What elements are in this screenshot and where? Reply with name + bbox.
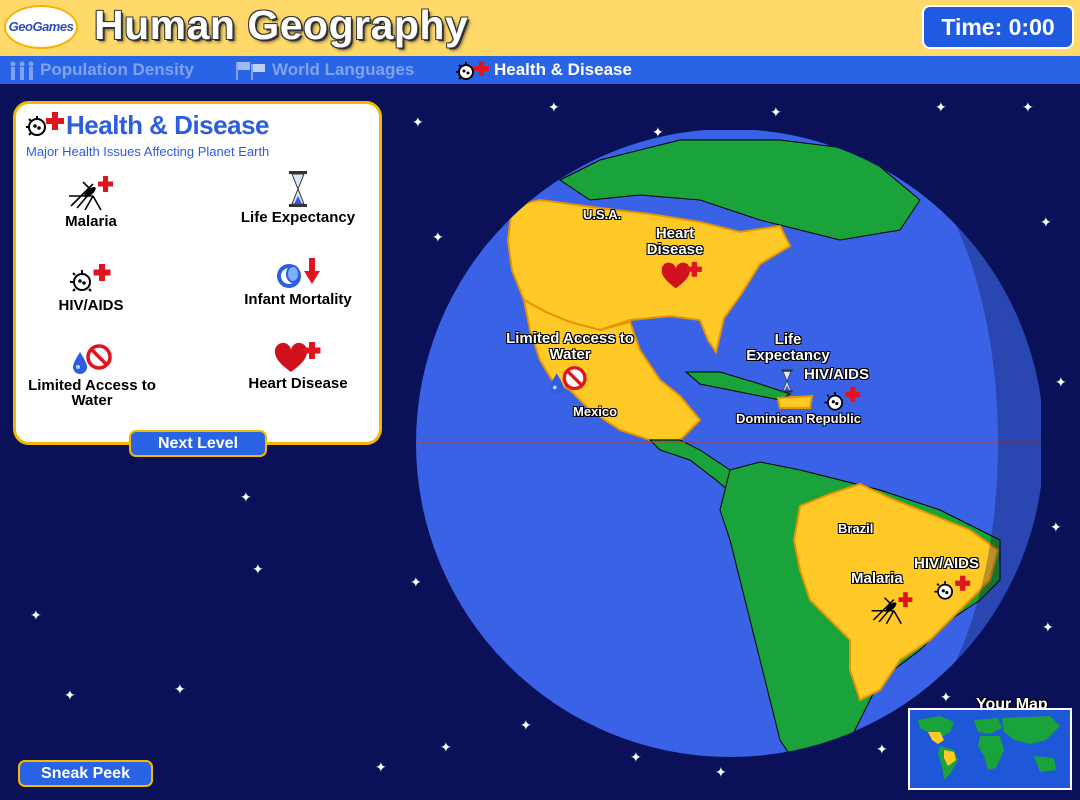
water-drop-no-icon [73,344,112,374]
geogames-logo[interactable]: GeoGames [4,5,78,49]
legend-item-heart-disease: Heart Disease [228,340,368,391]
virus-cross-icon [26,112,64,136]
dominican-republic-land [776,394,814,409]
country-label-dominican-republic: Dominican Republic [736,411,861,426]
star: ✦ [1055,374,1067,390]
country-label-mexico: Mexico [573,404,618,419]
star: ✦ [375,759,387,775]
next-level-button[interactable]: Next Level [129,430,267,457]
star: ✦ [1022,99,1034,115]
world-minimap [918,716,1060,780]
legend-label: Malaria [65,213,117,230]
tab-world-languages[interactable]: World Languages [234,59,414,81]
water-drop-no-icon[interactable] [546,364,590,396]
country-label-usa: U.S.A. [583,207,622,222]
star: ✦ [412,114,424,130]
star: ✦ [1040,214,1052,230]
marker-label-malaria: Malaria [851,570,903,587]
hourglass-icon[interactable] [780,366,794,396]
marker-label-limited-water: Limited Access to Water [506,330,634,363]
star: ✦ [30,607,42,623]
tab-label: Health & Disease [494,60,632,79]
country-label-brazil: Brazil [838,521,874,536]
heart-cross-icon[interactable] [660,258,704,292]
star: ✦ [252,561,264,577]
star: ✦ [240,489,252,505]
star: ✦ [64,687,76,703]
legend-item-life-expectancy: Life Expectancy [228,170,368,225]
star: ✦ [1042,619,1054,635]
tab-health-disease[interactable]: Health & Disease [454,59,632,81]
legend-item-infant-mortality: Infant Mortality [228,256,368,307]
panel-title: Health & Disease [66,110,269,140]
star: ✦ [770,104,782,120]
pacifier-down-arrow-icon [277,258,320,288]
legend-panel: Health & Disease Major Health Issues Aff… [13,101,382,445]
panel-subtitle: Major Health Issues Affecting Planet Ear… [26,144,270,159]
virus-icon[interactable] [932,574,974,604]
tab-population-density[interactable]: Population Density [8,59,194,81]
star: ✦ [935,99,947,115]
heart-cross-icon [274,342,321,372]
star: ✦ [1050,519,1062,535]
legend-label: Heart Disease [248,375,348,392]
legend-label: Infant Mortality [244,291,352,308]
legend-label: HIV/AIDS [58,297,124,314]
virus-cross-icon [456,60,489,80]
mosquito-icon[interactable] [866,590,918,626]
marker-label-hiv-aids-brazil: HIV/AIDS [914,555,980,572]
legend-label: Life Expectancy [240,209,356,226]
marker-label-heart-disease: Heart Disease [646,225,704,258]
flags-icon [236,61,265,80]
topic-tabs: Population Density World Languages Healt… [0,56,1080,84]
marker-label-life-expectancy: Life Expectancy [746,331,830,364]
tab-label: World Languages [272,60,415,79]
mosquito-icon [69,176,113,211]
legend-item-malaria: Malaria [36,174,146,229]
star: ✦ [548,99,560,115]
star: ✦ [174,681,186,697]
legend-item-limited-water: Limited Access to Water [22,342,162,408]
hourglass-icon [289,171,307,207]
tab-label: Population Density [40,60,194,79]
header-bar: GeoGames Human Geography Time: 0:00 [0,0,1080,56]
app-title: Human Geography [94,2,469,48]
virus-icon [70,264,111,292]
legend-item-hiv-aids: HIV/AIDS [36,262,146,313]
your-map-minimap[interactable] [908,708,1072,790]
legend-label: Limited Access to Water [28,377,156,409]
timer-display: Time: 0:00 [922,5,1074,49]
people-icon [10,61,34,80]
globe-map [416,130,1041,757]
sneak-peek-button[interactable]: Sneak Peek [18,760,153,787]
marker-label-hiv-aids: HIV/AIDS [804,366,870,383]
